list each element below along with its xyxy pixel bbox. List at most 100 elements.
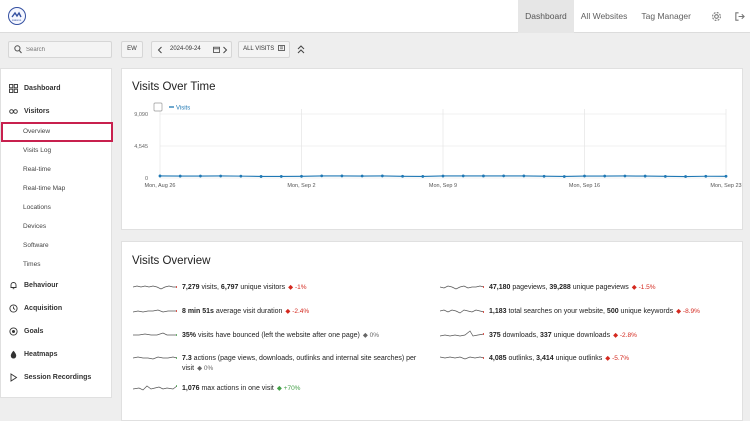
data-point[interactable] [482, 174, 485, 178]
data-point[interactable] [380, 174, 384, 178]
sidebar-item-visits-log[interactable]: Visits Log [23, 147, 51, 154]
sidebar-item-overview[interactable]: Overview [1, 122, 113, 142]
search-box[interactable] [8, 41, 112, 58]
top-nav: Dashboard All Websites Tag Manager [518, 0, 698, 33]
collapse-icon[interactable] [297, 45, 305, 54]
nav-dashboard[interactable]: Dashboard [518, 0, 574, 33]
logo-text: matomo [12, 18, 22, 22]
data-point[interactable] [562, 175, 566, 178]
sparkline [440, 330, 484, 337]
chevron-left-icon[interactable] [157, 46, 163, 54]
sparkline [440, 285, 484, 290]
data-point[interactable] [320, 174, 324, 178]
nav-tag-manager[interactable]: Tag Manager [634, 0, 698, 33]
data-point[interactable] [684, 175, 687, 178]
data-point[interactable] [502, 174, 506, 178]
metric-trend: ◆ -1.5% [631, 284, 656, 291]
metric-value-2: 3,414 [536, 355, 554, 362]
data-point[interactable] [360, 174, 364, 178]
menu-acquisition[interactable]: Acquisition [9, 304, 62, 313]
nav-all-websites[interactable]: All Websites [574, 0, 635, 33]
data-point[interactable] [583, 174, 586, 178]
data-point[interactable] [542, 174, 546, 178]
sidebar-item-devices[interactable]: Devices [23, 223, 46, 230]
sidebar-item-locations[interactable]: Locations [23, 204, 51, 211]
metric-label: downloads, [500, 332, 540, 339]
data-point[interactable] [401, 174, 404, 178]
sidebar-item-real-time[interactable]: Real-time [23, 166, 51, 173]
menu-heatmaps[interactable]: Heatmaps [9, 350, 57, 359]
date-selector[interactable]: 2024-09-24 [151, 41, 232, 58]
date-label: 2024-09-24 [170, 46, 201, 52]
sidebar-item-software[interactable]: Software [23, 242, 49, 249]
metric-value-2: 337 [540, 332, 552, 339]
menu-dashboard[interactable]: Dashboard [9, 84, 61, 93]
dashboard-icon [9, 84, 18, 93]
data-point[interactable] [623, 174, 627, 178]
metric-max-actions: 1,076 max actions in one visit ◆ +70% [133, 384, 433, 394]
data-point[interactable] [178, 174, 182, 178]
data-point[interactable] [441, 174, 445, 178]
data-point[interactable] [704, 174, 708, 178]
metric-value: 35% [182, 332, 197, 339]
matomo-logo[interactable]: matomo [8, 7, 26, 25]
metric-value: 1,183 [489, 308, 507, 315]
sidebar: Dashboard Visitors Overview Visits Log R… [0, 68, 113, 398]
data-point[interactable] [461, 174, 465, 178]
metric-value: 7.3 [182, 355, 192, 362]
data-point[interactable] [239, 174, 243, 178]
metric-label: visits, [199, 284, 221, 291]
data-point[interactable] [421, 175, 425, 178]
legend-label: Visits [176, 106, 190, 112]
metric-trend: ◆ +70% [276, 385, 301, 392]
data-point[interactable] [300, 174, 303, 178]
x-axis-ticks: Mon, Aug 26 Mon, Sep 2 Mon, Sep 9 Mon, Sep … [145, 183, 742, 189]
x-tick-label: Mon, Aug 26 [145, 183, 176, 189]
data-point[interactable] [259, 175, 263, 178]
data-point[interactable] [340, 174, 344, 178]
sparkline [133, 285, 177, 290]
sparkline [133, 309, 177, 313]
data-point[interactable] [522, 174, 526, 178]
legend-config-icon[interactable] [153, 102, 163, 112]
sidebar-item-real-time-map[interactable]: Real-time Map [23, 185, 65, 192]
heatmap-icon [10, 350, 17, 359]
menu-goals[interactable]: Goals [9, 327, 43, 336]
sidebar-item-times[interactable]: Times [23, 261, 40, 268]
sparkline [133, 356, 177, 360]
chevron-right-icon[interactable] [222, 46, 228, 54]
data-point[interactable] [643, 174, 647, 178]
data-point[interactable] [199, 174, 202, 178]
metric-label: visits have bounced (left the website af… [196, 332, 360, 339]
y-axis-ticks: 0 4,545 9,090 [134, 112, 148, 182]
visitors-icon [9, 109, 18, 114]
metric-value: 1,076 [182, 385, 200, 392]
metric-label: average visit duration [213, 308, 283, 315]
data-point[interactable] [663, 174, 667, 178]
goals-icon [9, 327, 18, 336]
site-selector-button[interactable]: EW [121, 41, 143, 58]
metric-searches: 1,183 total searches on your website, 50… [440, 307, 740, 317]
data-point[interactable] [603, 174, 607, 178]
menu-session-recordings-label: Session Recordings [24, 374, 92, 381]
data-point[interactable] [158, 174, 162, 178]
trend-value: +70% [283, 385, 301, 392]
logout-icon[interactable] [734, 11, 745, 22]
visits-over-time-card: Visits Over Time Mon, Aug 26 Mon, Sep 2 Mo… [121, 68, 743, 230]
menu-visitors[interactable]: Visitors [9, 107, 50, 116]
acquisition-icon [9, 304, 18, 313]
metric-trend: ◆ 0% [362, 332, 380, 339]
visits-line-chart[interactable]: Mon, Aug 26 Mon, Sep 2 Mon, Sep 9 Mon, Sep … [122, 69, 742, 229]
data-point[interactable] [219, 174, 223, 178]
menu-session-recordings[interactable]: Session Recordings [9, 373, 91, 382]
segment-selector[interactable]: ALL VISITS [238, 41, 290, 58]
search-input[interactable] [26, 43, 108, 56]
data-point[interactable] [724, 174, 728, 178]
menu-behaviour[interactable]: Behaviour [9, 281, 58, 290]
metric-downloads: 375 downloads, 337 unique downloads ◆ -2.… [440, 330, 740, 341]
sparkline [133, 332, 177, 336]
gear-icon[interactable] [711, 11, 722, 22]
visits-overview-title: Visits Overview [132, 255, 211, 267]
chart-legend[interactable]: Visits [153, 102, 190, 112]
data-point[interactable] [279, 175, 283, 178]
